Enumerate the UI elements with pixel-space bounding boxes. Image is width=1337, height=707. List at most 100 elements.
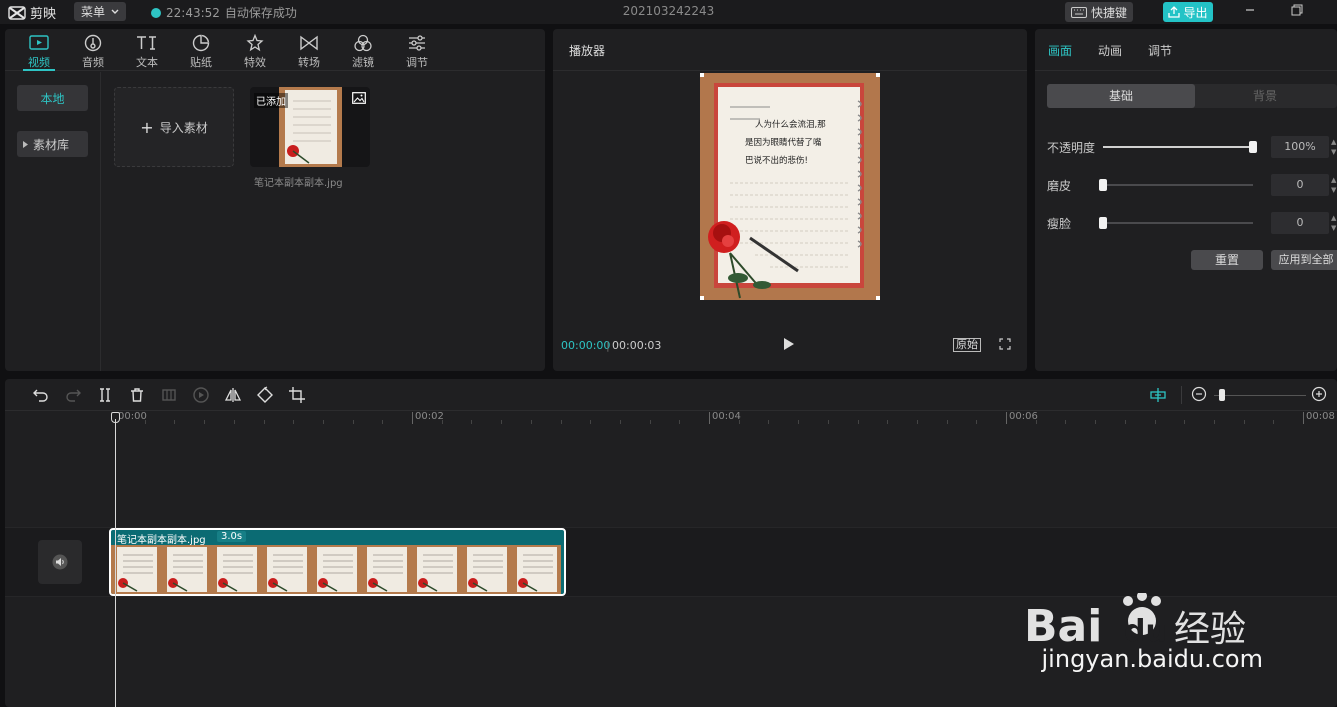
smooth-row: 磨皮 0 ▲ ▼ — [1047, 174, 1337, 196]
redo-button[interactable] — [64, 386, 82, 404]
ruler-minor-tick — [352, 420, 354, 424]
media-item-thumbnail[interactable]: 已添加 — [250, 87, 370, 167]
ruler-minor-tick — [322, 420, 324, 424]
export-label: 导出 — [1183, 5, 1208, 20]
play-button[interactable] — [783, 337, 795, 354]
playhead[interactable] — [115, 419, 116, 707]
ruler-minor-tick — [679, 420, 681, 424]
ruler-minor-tick — [1124, 420, 1126, 424]
zoom-in-button[interactable] — [1311, 386, 1329, 404]
tab-transition[interactable]: 转场 — [289, 32, 329, 70]
notebook-thumbnail-image — [279, 87, 342, 167]
snap-toggle[interactable] — [1149, 386, 1167, 404]
maximize-button[interactable] — [1287, 2, 1307, 22]
smooth-value[interactable]: 0 — [1271, 174, 1329, 196]
undo-button[interactable] — [32, 386, 50, 404]
freeze-button[interactable] — [160, 386, 178, 404]
tab-sticker[interactable]: 贴纸 — [181, 32, 221, 70]
reset-button[interactable]: 重置 — [1191, 250, 1263, 270]
current-time: 00:00:00 — [561, 339, 611, 352]
opacity-value[interactable]: 100% — [1271, 136, 1329, 158]
ruler-tick-label: 00:02 — [415, 411, 444, 422]
slim-face-value[interactable]: 0 — [1271, 212, 1329, 234]
tab-transition-label: 转场 — [298, 56, 320, 69]
filmstrip-frame — [161, 545, 211, 594]
crop-button[interactable] — [288, 386, 306, 404]
ruler-minor-tick — [916, 420, 918, 424]
smooth-stepper[interactable]: ▲ ▼ — [1331, 175, 1337, 195]
tab-audio[interactable]: 音频 — [73, 32, 113, 70]
smooth-slider-knob[interactable] — [1099, 179, 1107, 191]
mirror-button[interactable] — [224, 386, 242, 404]
split-button[interactable] — [96, 386, 114, 404]
segment-basic[interactable]: 基础 — [1047, 84, 1195, 108]
tab-sticker-label: 贴纸 — [190, 56, 212, 69]
ruler-major-tick — [1006, 412, 1007, 424]
segment-background[interactable]: 背景 — [1195, 84, 1335, 108]
effects-icon — [246, 34, 264, 52]
fullscreen-button[interactable] — [999, 338, 1011, 353]
ruler-minor-tick — [976, 420, 978, 424]
tab-effects[interactable]: 特效 — [235, 32, 275, 70]
shortcut-button[interactable]: 快捷键 — [1065, 2, 1133, 22]
opacity-slider-knob[interactable] — [1249, 141, 1257, 153]
title-bar: 剪映 菜单 22:43:52 自动保存成功 202103242243 快捷键 导… — [0, 0, 1337, 24]
track-mute-button[interactable] — [38, 540, 82, 584]
smooth-label: 磨皮 — [1047, 179, 1072, 193]
speaker-icon — [52, 554, 68, 570]
import-label: 导入素材 — [159, 120, 208, 135]
player-preview[interactable]: 人为什么会流泪,那 是因为眼睛代替了嘴 巴说不出的悲伤! — [700, 73, 880, 300]
tab-filter[interactable]: 滤镜 — [343, 32, 383, 70]
player-title: 播放器 — [569, 44, 606, 58]
tab-effects-label: 特效 — [244, 56, 266, 69]
ruler-minor-tick — [827, 420, 829, 424]
autosave-status: 22:43:52 自动保存成功 — [151, 4, 297, 21]
opacity-slider-fill — [1103, 146, 1253, 148]
smooth-slider[interactable] — [1099, 179, 1253, 191]
apply-to-all-button[interactable]: 应用到全部 — [1271, 250, 1337, 270]
delete-button[interactable] — [128, 386, 146, 404]
time-separator: | — [606, 339, 610, 352]
slim-face-slider-knob[interactable] — [1099, 217, 1107, 229]
import-media-button[interactable]: + 导入素材 — [114, 87, 234, 167]
zoom-out-icon — [1191, 386, 1207, 402]
adjust-icon — [409, 35, 425, 51]
media-sidebar: 本地 素材库 — [5, 72, 101, 371]
text-icon — [137, 36, 156, 50]
tab-picture[interactable]: 画面 — [1048, 42, 1072, 59]
zoom-slider-knob[interactable] — [1219, 389, 1225, 401]
sidebar-item-local[interactable]: 本地 — [17, 85, 88, 111]
tab-animation[interactable]: 动画 — [1098, 42, 1122, 59]
rotate-button[interactable] — [256, 386, 274, 404]
tab-props-adjust[interactable]: 调节 — [1148, 42, 1172, 59]
clip-filmstrip — [111, 545, 564, 594]
ruler-tick-label: 00:00 — [118, 411, 147, 422]
video-clip[interactable]: 笔记本副本副本.jpg 3.0s — [109, 528, 566, 596]
opacity-stepper[interactable]: ▲ ▼ — [1331, 137, 1337, 157]
export-icon — [1168, 6, 1181, 18]
sidebar-item-library[interactable]: 素材库 — [17, 131, 88, 157]
slim-face-slider[interactable] — [1099, 217, 1253, 229]
slim-face-stepper[interactable]: ▲ ▼ — [1331, 213, 1337, 233]
ruler-major-tick — [709, 412, 710, 424]
ruler-minor-tick — [1184, 420, 1186, 424]
media-item-name: 笔记本副本副本.jpg — [254, 178, 343, 189]
minimize-button[interactable] — [1240, 2, 1260, 22]
tab-text[interactable]: 文本 — [127, 32, 167, 70]
zoom-out-button[interactable] — [1191, 386, 1209, 404]
clip-name: 笔记本副本副本.jpg — [117, 535, 206, 546]
zoom-slider[interactable] — [1214, 395, 1306, 396]
export-button[interactable]: 导出 — [1163, 2, 1213, 22]
ruler-minor-tick — [590, 420, 592, 424]
tab-video[interactable]: 视频 — [19, 32, 59, 71]
opacity-label: 不透明度 — [1047, 141, 1096, 155]
ruler-minor-tick — [560, 420, 562, 424]
check-icon — [151, 7, 161, 18]
timeline-ruler[interactable]: 00:00 00:02 00:04 00:06 00:08 — [5, 411, 1337, 425]
tab-adjust[interactable]: 调节 — [397, 32, 437, 70]
opacity-slider[interactable] — [1103, 141, 1257, 153]
minimize-icon — [1246, 9, 1254, 11]
aspect-ratio-button[interactable]: 原始 — [953, 338, 981, 352]
menu-button[interactable]: 菜单 — [74, 2, 126, 21]
reverse-button[interactable] — [192, 386, 210, 404]
